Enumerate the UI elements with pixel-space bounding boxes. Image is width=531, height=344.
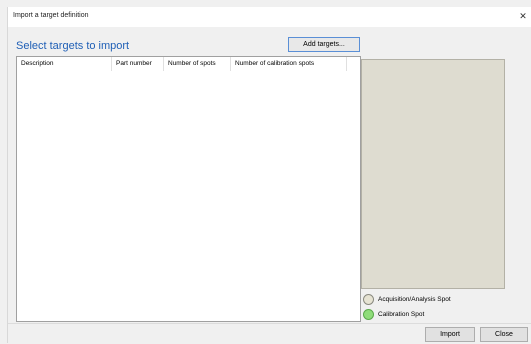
legend-label-acquisition: Acquisition/Analysis Spot [378,296,451,303]
close-button[interactable]: Close [480,327,528,342]
background-strip [0,0,7,343]
acquisition-spot-icon [363,294,374,305]
legend-label-calibration: Calibration Spot [378,311,425,318]
dialog-footer: Import Close [8,323,531,344]
add-targets-button[interactable]: Add targets... [288,37,360,52]
window-title: Import a target definition [13,12,89,19]
target-preview-panel [361,59,505,289]
title-bar: Import a target definition ✕ [8,7,531,27]
column-header-part-number[interactable]: Part number [112,57,164,71]
column-header-calibration-spots[interactable]: Number of calibration spots [231,57,347,71]
import-button[interactable]: Import [425,327,475,342]
dialog-content: Select targets to import Add targets... … [8,27,531,323]
list-header: Description Part number Number of spots … [17,57,360,71]
targets-list[interactable]: Description Part number Number of spots … [16,56,361,322]
close-icon[interactable]: ✕ [516,9,530,23]
import-target-dialog: Import a target definition ✕ Select targ… [7,7,531,344]
calibration-spot-icon [363,309,374,320]
column-header-description[interactable]: Description [17,57,112,71]
column-header-number-of-spots[interactable]: Number of spots [164,57,231,71]
section-heading: Select targets to import [16,40,130,52]
